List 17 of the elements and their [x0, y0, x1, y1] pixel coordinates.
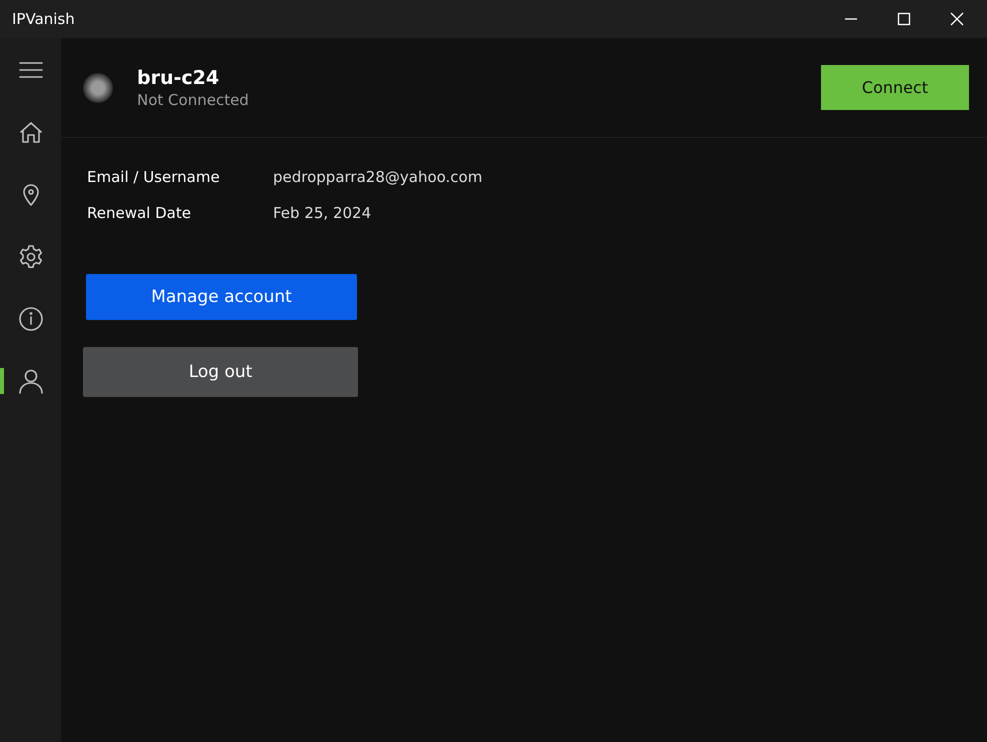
- field-label: Renewal Date: [87, 204, 192, 222]
- manage-account-button[interactable]: Manage account: [86, 274, 357, 320]
- field-value: Feb 25, 2024: [273, 204, 372, 222]
- settings-icon: [18, 244, 44, 270]
- user-icon: [18, 368, 44, 394]
- minimize-icon: [845, 18, 857, 20]
- window-title: IPVanish: [11, 10, 76, 28]
- field-value: pedropparra28@yahoo.com: [273, 168, 482, 186]
- info-icon: [18, 306, 44, 332]
- close-icon: [949, 11, 965, 27]
- log-out-button[interactable]: Log out: [83, 347, 358, 397]
- maximize-icon: [896, 11, 912, 27]
- server-name: bru-c24: [137, 66, 220, 88]
- connect-button[interactable]: Connect: [821, 65, 969, 110]
- connection-status: Not Connected: [137, 90, 250, 108]
- home-icon: [18, 120, 44, 146]
- field-label: Email / Username: [87, 168, 221, 186]
